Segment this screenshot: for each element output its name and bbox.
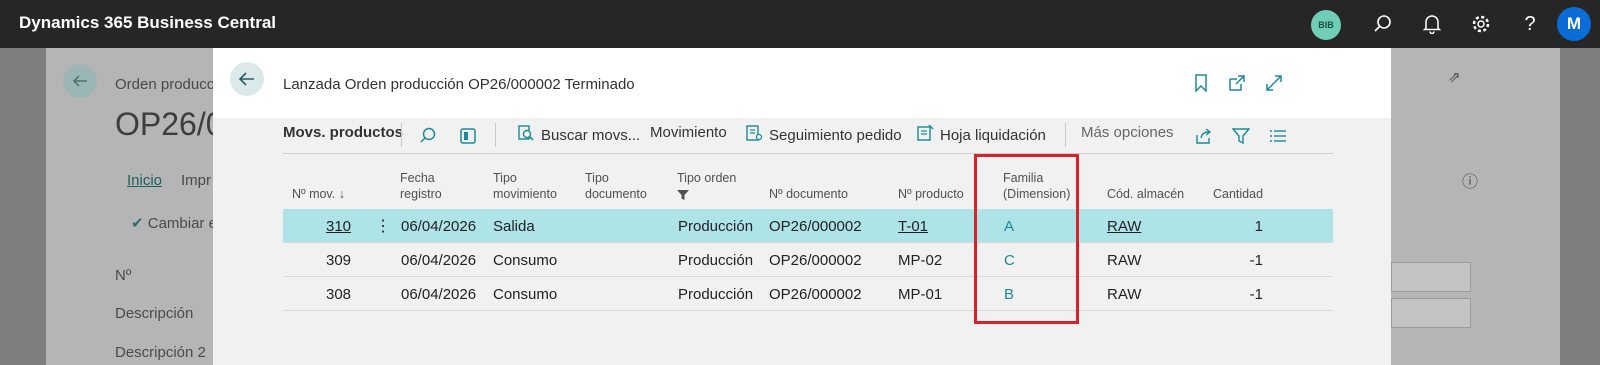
column-header-order-type-label: Tipo orden bbox=[677, 171, 737, 185]
cell-entry-no[interactable]: 310 bbox=[326, 218, 351, 235]
find-entries-icon bbox=[517, 124, 535, 146]
cell-posting-date: 06/04/2026 bbox=[401, 286, 477, 303]
background-record-number: OP26/0 bbox=[115, 106, 224, 142]
action-bar: Movs. productos Buscar movs... Movimient… bbox=[283, 118, 1333, 154]
cell-warehouse[interactable]: RAW bbox=[1107, 218, 1141, 235]
expand-icon[interactable] bbox=[1263, 72, 1285, 94]
toolbar-divider bbox=[495, 123, 496, 147]
company-badge[interactable]: BIB bbox=[1311, 10, 1341, 40]
cell-document-no: OP26/000002 bbox=[769, 286, 862, 303]
background-back-button bbox=[63, 64, 97, 98]
cell-product-no[interactable]: MP-01 bbox=[898, 286, 942, 303]
cell-entry-no[interactable]: 309 bbox=[326, 252, 351, 269]
toolbar-divider bbox=[1065, 123, 1066, 147]
search-icon[interactable] bbox=[417, 125, 439, 147]
order-tracking-button[interactable]: Seguimiento pedido bbox=[745, 124, 902, 146]
cell-product-no[interactable]: MP-02 bbox=[898, 252, 942, 269]
background-date-field bbox=[1391, 262, 1471, 292]
column-header-warehouse[interactable]: Cód. almacén bbox=[1107, 186, 1184, 202]
cell-product-no[interactable]: T-01 bbox=[898, 218, 928, 235]
background-tab-inicio: Inicio bbox=[127, 172, 163, 189]
user-avatar[interactable]: M bbox=[1557, 7, 1591, 41]
cell-order-type: Producción bbox=[678, 286, 754, 303]
table-row[interactable]: 309 06/04/2026 Consumo Producción OP26/0… bbox=[283, 243, 1333, 277]
cell-movement-type: Consumo bbox=[493, 252, 558, 269]
gear-icon[interactable] bbox=[1469, 12, 1493, 36]
cell-posting-date: 06/04/2026 bbox=[401, 252, 477, 269]
order-tracking-label: Seguimiento pedido bbox=[769, 126, 902, 144]
column-header-entry-no[interactable]: Nº mov. ↓ bbox=[292, 186, 345, 202]
column-header-posting-date-line2: registro bbox=[400, 187, 442, 201]
share-icon[interactable] bbox=[1193, 125, 1215, 147]
column-header-posting-date[interactable]: Fecha registro bbox=[400, 170, 442, 202]
column-header-document-type-line1: Tipo bbox=[585, 171, 609, 185]
table-row[interactable]: 308 06/04/2026 Consumo Producción OP26/0… bbox=[283, 277, 1333, 311]
section-title-movs-productos[interactable]: Movs. productos bbox=[283, 124, 403, 141]
column-header-product-no[interactable]: Nº producto bbox=[898, 186, 964, 202]
background-field-description: Descripción bbox=[115, 305, 194, 322]
cell-order-type: Producción bbox=[678, 218, 754, 235]
cell-quantity: -1 bbox=[1249, 286, 1263, 303]
check-icon: ✔ bbox=[131, 215, 144, 232]
column-header-movement-type-line1: Tipo bbox=[493, 171, 517, 185]
bell-icon[interactable] bbox=[1420, 12, 1444, 36]
background-info-icon: ⓘ bbox=[1462, 174, 1479, 191]
settlement-sheet-icon bbox=[916, 124, 934, 146]
ledger-entries-dialog: Lanzada Orden producción OP26/000002 Ter… bbox=[213, 48, 1391, 365]
order-tracking-icon bbox=[745, 124, 763, 146]
background-action-label: Cambiar e bbox=[147, 215, 217, 232]
background-action: ✔ Cambiar e bbox=[131, 214, 217, 232]
column-header-document-type[interactable]: Tipo documento bbox=[585, 170, 647, 202]
background-share-icon: ⇗ bbox=[1448, 69, 1461, 86]
open-new-window-icon[interactable] bbox=[1226, 72, 1248, 94]
cell-quantity: -1 bbox=[1249, 252, 1263, 269]
table-row[interactable]: 310 ⋮ 06/04/2026 Salida Producción OP26/… bbox=[283, 209, 1333, 243]
bookmark-icon[interactable] bbox=[1190, 72, 1212, 94]
cell-entry-no[interactable]: 308 bbox=[326, 286, 351, 303]
settlement-sheet-button[interactable]: Hoja liquidación bbox=[916, 124, 1046, 146]
cell-warehouse[interactable]: RAW bbox=[1107, 286, 1141, 303]
list-view-icon[interactable] bbox=[1267, 125, 1289, 147]
help-icon[interactable]: ? bbox=[1518, 12, 1542, 36]
family-column-highlight bbox=[974, 154, 1079, 324]
back-button[interactable] bbox=[230, 62, 264, 96]
background-tab-next: Impr bbox=[181, 172, 211, 189]
cell-document-no: OP26/000002 bbox=[769, 252, 862, 269]
column-header-movement-type-line2: movimiento bbox=[493, 187, 557, 201]
background-select-field bbox=[1391, 298, 1471, 328]
find-entries-button[interactable]: Buscar movs... bbox=[517, 124, 640, 146]
more-options-button[interactable]: Más opciones bbox=[1081, 124, 1174, 141]
app-bar: Dynamics 365 Business Central BIB ? M bbox=[0, 0, 1600, 48]
settlement-sheet-label: Hoja liquidación bbox=[940, 126, 1046, 144]
filter-icon[interactable] bbox=[1230, 125, 1252, 147]
column-header-order-type[interactable]: Tipo orden bbox=[677, 170, 736, 204]
dialog-title: Lanzada Orden producción OP26/000002 Ter… bbox=[283, 76, 635, 93]
more-options-label: Más opciones bbox=[1081, 124, 1174, 141]
column-header-document-no[interactable]: Nº documento bbox=[769, 186, 848, 202]
background-field-description-2: Descripción 2 bbox=[115, 344, 206, 361]
find-entries-label: Buscar movs... bbox=[541, 126, 641, 144]
column-header-document-type-line2: documento bbox=[585, 187, 647, 201]
movement-label: Movimiento bbox=[650, 124, 727, 141]
cell-warehouse[interactable]: RAW bbox=[1107, 252, 1141, 269]
movement-button[interactable]: Movimiento bbox=[650, 124, 727, 141]
cell-posting-date: 06/04/2026 bbox=[401, 218, 477, 235]
cell-movement-type: Consumo bbox=[493, 286, 558, 303]
column-header-posting-date-line1: Fecha bbox=[400, 171, 435, 185]
row-actions-icon[interactable]: ⋮ bbox=[375, 216, 391, 236]
column-header-quantity[interactable]: Cantidad bbox=[1213, 186, 1263, 202]
section-title-label: Movs. productos bbox=[283, 124, 404, 141]
funnel-filter-icon bbox=[677, 188, 736, 204]
cell-document-no: OP26/000002 bbox=[769, 218, 862, 235]
toolbar-divider bbox=[401, 123, 402, 147]
app-title[interactable]: Dynamics 365 Business Central bbox=[19, 13, 276, 33]
filter-pane-icon[interactable] bbox=[457, 125, 479, 147]
search-icon[interactable] bbox=[1371, 12, 1395, 36]
background-field-no: Nº bbox=[115, 267, 132, 284]
column-header-movement-type[interactable]: Tipo movimiento bbox=[493, 170, 557, 202]
cell-movement-type: Salida bbox=[493, 218, 535, 235]
cell-order-type: Producción bbox=[678, 252, 754, 269]
cell-quantity: 1 bbox=[1254, 218, 1263, 235]
